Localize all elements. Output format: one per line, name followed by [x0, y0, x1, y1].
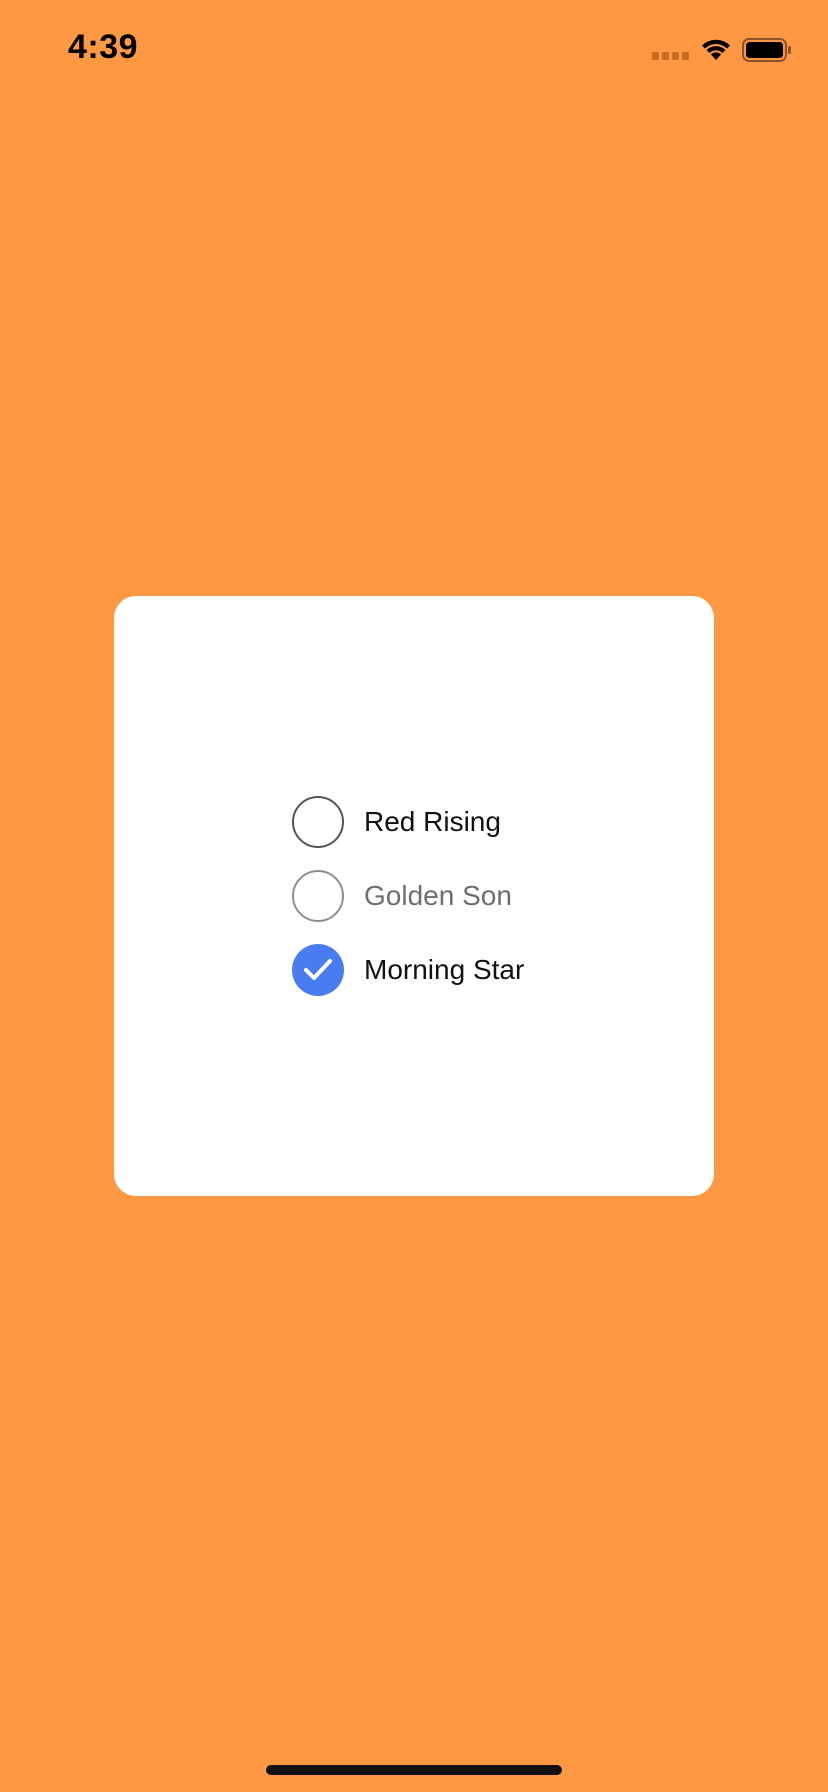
- radio-disabled-icon: [292, 870, 344, 922]
- radio-option-golden-son: Golden Son: [292, 868, 592, 924]
- radio-label: Morning Star: [364, 954, 525, 985]
- cellular-signal-icon: [652, 52, 689, 60]
- home-indicator[interactable]: [266, 1765, 562, 1775]
- battery-icon: [742, 38, 791, 62]
- radio-label: Red Rising: [364, 806, 501, 837]
- radio-unchecked-icon[interactable]: [292, 796, 344, 848]
- radio-option-morning-star[interactable]: Morning Star: [292, 942, 592, 998]
- dialog-card: Red Rising Golden Son Morning Star: [114, 596, 714, 1196]
- wifi-icon: [702, 39, 730, 60]
- radio-checked-icon[interactable]: [292, 944, 344, 996]
- radio-label: Golden Son: [364, 880, 512, 911]
- status-bar: 4:39: [0, 0, 828, 100]
- status-time: 4:39: [68, 28, 139, 66]
- checkmark-icon: [304, 959, 332, 980]
- radio-option-red-rising[interactable]: Red Rising: [292, 794, 592, 850]
